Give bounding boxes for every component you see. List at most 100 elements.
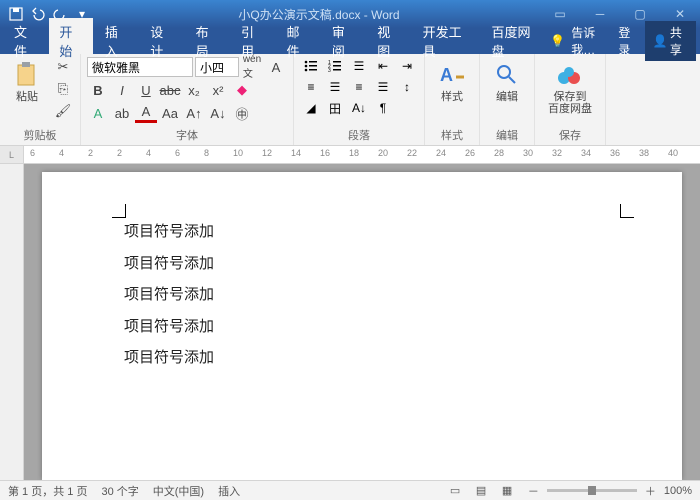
cut-icon[interactable]: ✂ — [52, 57, 74, 77]
increase-indent-icon[interactable]: ⇥ — [396, 57, 418, 75]
margin-mark-tr — [620, 204, 634, 218]
justify-icon[interactable]: ☰ — [372, 78, 394, 96]
ruler-tick: 26 — [465, 148, 475, 158]
statusbar: 第 1 页，共 1 页 30 个字 中文(中国) 插入 ▭ ▤ ▦ － ＋ 10… — [0, 480, 700, 500]
group-clipboard: 粘贴 ✂ ⎘ 🖌 剪贴板 — [0, 54, 81, 145]
tell-me[interactable]: 告诉我… — [571, 24, 612, 58]
shrink-font-icon[interactable]: A↓ — [207, 103, 229, 123]
font-size-select[interactable]: 小四 — [195, 57, 239, 77]
vertical-ruler[interactable] — [0, 164, 24, 480]
grow-font-icon[interactable]: A↑ — [183, 103, 205, 123]
decrease-indent-icon[interactable]: ⇤ — [372, 57, 394, 75]
ruler-tick: 40 — [668, 148, 678, 158]
share-button[interactable]: 👤 共享 — [645, 21, 696, 61]
paragraph-line[interactable]: 项目符号添加 — [124, 342, 622, 374]
zoom-value[interactable]: 100% — [664, 485, 692, 497]
ruler-tick: 24 — [436, 148, 446, 158]
margin-mark-tl — [112, 204, 126, 218]
highlight-icon[interactable]: ab — [111, 103, 133, 123]
ruler-tick: 6 — [175, 148, 180, 158]
zoom-out-icon[interactable]: － — [528, 483, 539, 499]
svg-text:A: A — [440, 65, 453, 85]
read-mode-icon[interactable]: ▭ — [450, 484, 468, 498]
group-save-cloud: 保存到 百度网盘 保存 — [535, 54, 606, 145]
document-area: 项目符号添加项目符号添加项目符号添加项目符号添加项目符号添加 — [0, 164, 700, 480]
ruler-tick: 2 — [88, 148, 93, 158]
group-font: 微软雅黑 小四 wén文 A B I U abc x₂ x² ◆ A ab — [81, 54, 294, 145]
clear-format-icon[interactable]: ◆ — [231, 80, 253, 100]
save-baidu-button[interactable]: 保存到 百度网盘 — [541, 57, 599, 119]
borders-icon[interactable]: 田 — [324, 99, 346, 117]
paragraph-line[interactable]: 项目符号添加 — [124, 248, 622, 280]
ruler-tick: 6 — [30, 148, 35, 158]
ruler-tick: 36 — [610, 148, 620, 158]
ruler-tick: 12 — [262, 148, 272, 158]
subscript-button[interactable]: x₂ — [183, 80, 205, 100]
paste-button[interactable]: 粘贴 — [6, 57, 48, 107]
enclose-char-icon[interactable]: ㊥ — [231, 103, 253, 123]
styles-button[interactable]: A 样式 — [431, 57, 473, 107]
change-case-icon[interactable]: Aa — [159, 103, 181, 123]
editing-button[interactable]: 编辑 — [486, 57, 528, 107]
align-right-icon[interactable]: ≡ — [348, 78, 370, 96]
group-paragraph: 123 ☰ ⇤ ⇥ ≡ ☰ ≡ ☰ ↕ ◢ 田 A↓ ¶ — [294, 54, 425, 145]
multilevel-icon[interactable]: ☰ — [348, 57, 370, 75]
font-name-select[interactable]: 微软雅黑 — [87, 57, 193, 77]
zoom-slider[interactable] — [547, 489, 637, 492]
italic-button[interactable]: I — [111, 80, 133, 100]
ruler-tick: 30 — [523, 148, 533, 158]
document-canvas[interactable]: 项目符号添加项目符号添加项目符号添加项目符号添加项目符号添加 — [24, 164, 700, 480]
print-layout-icon[interactable]: ▤ — [476, 484, 494, 498]
find-icon — [493, 61, 521, 89]
phonetic-icon[interactable]: wén文 — [241, 57, 263, 77]
text-effects-icon[interactable]: A — [87, 103, 109, 123]
ruler-tick: 4 — [59, 148, 64, 158]
superscript-button[interactable]: x² — [207, 80, 229, 100]
copy-icon[interactable]: ⎘ — [52, 79, 74, 99]
status-lang[interactable]: 中文(中国) — [153, 483, 204, 499]
horizontal-ruler[interactable]: 642246810121416182022242628303234363840 — [24, 146, 700, 163]
font-color-icon[interactable]: A — [135, 103, 157, 123]
paragraph-line[interactable]: 项目符号添加 — [124, 311, 622, 343]
svg-text:3: 3 — [328, 68, 331, 72]
strikethrough-button[interactable]: abc — [159, 80, 181, 100]
bullets-icon[interactable] — [300, 57, 322, 75]
paragraph-line[interactable]: 项目符号添加 — [124, 279, 622, 311]
align-center-icon[interactable]: ☰ — [324, 78, 346, 96]
group-editing: 编辑 编辑 — [480, 54, 535, 145]
zoom-in-icon[interactable]: ＋ — [645, 483, 656, 499]
login-link[interactable]: 登录 — [618, 24, 639, 58]
ruler-tick: 10 — [233, 148, 243, 158]
bold-button[interactable]: B — [87, 80, 109, 100]
format-painter-icon[interactable]: 🖌 — [52, 101, 74, 121]
ruler-tick: 28 — [494, 148, 504, 158]
ruler-tick: 4 — [146, 148, 151, 158]
page: 项目符号添加项目符号添加项目符号添加项目符号添加项目符号添加 — [42, 172, 682, 480]
ruler-corner: L — [0, 146, 24, 163]
shading-icon[interactable]: ◢ — [300, 99, 322, 117]
web-layout-icon[interactable]: ▦ — [502, 484, 520, 498]
underline-button[interactable]: U — [135, 80, 157, 100]
document-content[interactable]: 项目符号添加项目符号添加项目符号添加项目符号添加项目符号添加 — [124, 216, 622, 374]
line-spacing-icon[interactable]: ↕ — [396, 78, 418, 96]
ruler-tick: 8 — [204, 148, 209, 158]
ribbon-tabs: 文件 开始 插入 设计 布局 引用 邮件 审阅 视图 开发工具 百度网盘 💡 告… — [0, 28, 700, 54]
status-mode[interactable]: 插入 — [218, 483, 240, 499]
ruler-tick: 34 — [581, 148, 591, 158]
paragraph-line[interactable]: 项目符号添加 — [124, 216, 622, 248]
tell-me-icon[interactable]: 💡 — [550, 34, 565, 48]
status-page[interactable]: 第 1 页，共 1 页 — [8, 483, 87, 499]
ruler-tick: 2 — [117, 148, 122, 158]
styles-icon: A — [438, 61, 466, 89]
ruler-tick: 20 — [378, 148, 388, 158]
ruler-tick: 18 — [349, 148, 359, 158]
status-words[interactable]: 30 个字 — [101, 483, 138, 499]
char-border-icon[interactable]: A — [265, 57, 287, 77]
ruler-tick: 16 — [320, 148, 330, 158]
numbering-icon[interactable]: 123 — [324, 57, 346, 75]
sort-icon[interactable]: A↓ — [348, 99, 370, 117]
group-styles: A 样式 样式 — [425, 54, 480, 145]
baidu-cloud-icon — [556, 61, 584, 89]
align-left-icon[interactable]: ≡ — [300, 78, 322, 96]
show-marks-icon[interactable]: ¶ — [372, 99, 394, 117]
